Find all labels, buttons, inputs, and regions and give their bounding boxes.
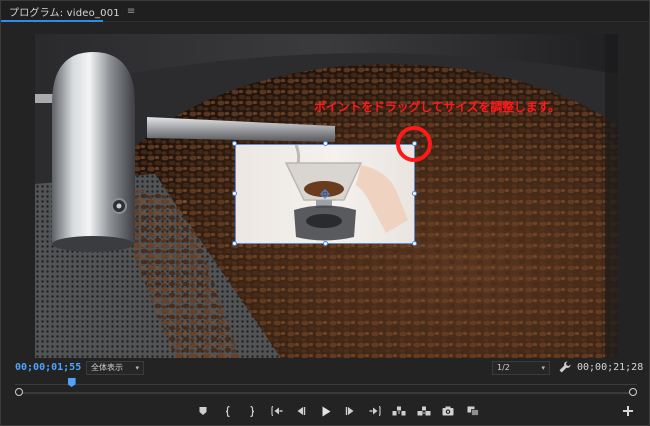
highlight-circle [396, 126, 432, 162]
anchor-point-icon[interactable] [320, 189, 330, 199]
panel-header: プログラム: video_001 ≡ [1, 1, 649, 22]
current-timecode[interactable]: 00;00;01;55 [15, 362, 81, 373]
play-icon [322, 406, 331, 416]
mark-out-icon [250, 405, 255, 417]
time-ruler[interactable] [15, 378, 637, 388]
step-forward-button[interactable] [338, 403, 363, 419]
chevron-down-icon: ▾ [135, 364, 139, 372]
program-viewer[interactable]: ポイントをドラッグしてサイズを調整します。 [35, 34, 618, 358]
play-button[interactable] [314, 403, 339, 419]
export-frame-button[interactable] [436, 403, 461, 419]
zoom-level-select[interactable]: 全体表示 ▾ [86, 361, 144, 375]
go-to-out-icon [369, 406, 381, 416]
lift-icon [392, 406, 406, 416]
resize-handle-bottom-left[interactable] [232, 241, 237, 246]
playback-resolution-select[interactable]: 1/2 ▾ [492, 361, 550, 375]
plus-icon[interactable] [621, 404, 635, 418]
extract-icon [417, 406, 431, 416]
active-tab-indicator [1, 20, 103, 22]
transport-controls [191, 403, 485, 419]
step-back-icon [297, 407, 306, 415]
extract-button[interactable] [412, 403, 437, 419]
scroll-handle-left[interactable] [15, 388, 23, 396]
mark-in-button[interactable] [216, 403, 241, 419]
playhead[interactable] [67, 378, 76, 387]
step-forward-icon [346, 407, 354, 415]
total-duration-timecode: 00;00;21;28 [577, 362, 644, 373]
comparison-view-icon [467, 406, 479, 416]
resize-handle-bottom[interactable] [323, 241, 328, 246]
scroll-track [19, 392, 633, 394]
marker-icon [199, 407, 207, 415]
resize-handle-right[interactable] [412, 191, 417, 196]
scroll-handle-right[interactable] [629, 388, 637, 396]
mark-in-icon [225, 405, 230, 417]
go-to-in-button[interactable] [265, 403, 290, 419]
add-marker-button[interactable] [191, 403, 216, 419]
zoom-level-value: 全体表示 [91, 363, 123, 372]
monitor-controls-row: 00;00;01;55 全体表示 ▾ 1/2 ▾ 00;00;21;28 [1, 360, 649, 380]
go-to-in-icon [271, 406, 283, 416]
lift-button[interactable] [387, 403, 412, 419]
chevron-down-icon: ▾ [541, 364, 545, 372]
go-to-out-button[interactable] [363, 403, 388, 419]
resize-handle-top[interactable] [323, 141, 328, 146]
comparison-view-button[interactable] [461, 403, 486, 419]
zoom-scroll-bar[interactable] [15, 388, 637, 398]
panel-title-tab[interactable]: プログラム: video_001 [9, 4, 120, 19]
resize-handle-top-left[interactable] [232, 141, 237, 146]
program-monitor-panel: プログラム: video_001 ≡ ポイントをドラッグしてサイズを調整します。… [0, 0, 650, 426]
instruction-annotation: ポイントをドラッグしてサイズを調整します。 [314, 100, 560, 114]
resize-handle-bottom-right[interactable] [412, 241, 417, 246]
resize-handle-left[interactable] [232, 191, 237, 196]
mark-out-button[interactable] [240, 403, 265, 419]
playback-resolution-value: 1/2 [497, 363, 510, 372]
ruler-track [15, 384, 637, 385]
hamburger-menu-icon[interactable]: ≡ [127, 6, 135, 17]
wrench-icon[interactable] [558, 360, 572, 374]
camera-icon [442, 406, 454, 416]
step-back-button[interactable] [289, 403, 314, 419]
